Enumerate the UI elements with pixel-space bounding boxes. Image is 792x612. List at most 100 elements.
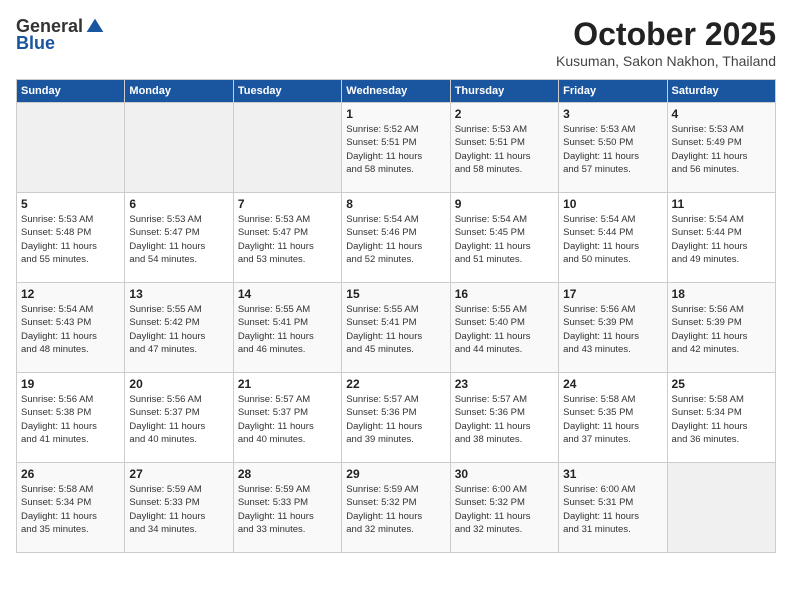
day-info: Sunrise: 5:52 AM Sunset: 5:51 PM Dayligh… (346, 123, 445, 176)
calendar-week-5: 26 Sunrise: 5:58 AM Sunset: 5:34 PM Dayli… (17, 463, 776, 553)
calendar-cell: 12 Sunrise: 5:54 AM Sunset: 5:43 PM Dayli… (17, 283, 125, 373)
logo: General Blue (16, 16, 105, 54)
day-number: 28 (238, 467, 337, 481)
calendar-cell: 5 Sunrise: 5:53 AM Sunset: 5:48 PM Daylig… (17, 193, 125, 283)
day-number: 13 (129, 287, 228, 301)
calendar-cell: 7 Sunrise: 5:53 AM Sunset: 5:47 PM Daylig… (233, 193, 341, 283)
day-number: 15 (346, 287, 445, 301)
day-number: 30 (455, 467, 554, 481)
day-number: 4 (672, 107, 771, 121)
header-thursday: Thursday (450, 80, 558, 103)
day-info: Sunrise: 5:56 AM Sunset: 5:38 PM Dayligh… (21, 393, 120, 446)
day-info: Sunrise: 5:56 AM Sunset: 5:37 PM Dayligh… (129, 393, 228, 446)
calendar-cell: 31Sunrise: 6:00 AM Sunset: 5:31 PM Dayli… (559, 463, 667, 553)
calendar-cell: 3 Sunrise: 5:53 AM Sunset: 5:50 PM Daylig… (559, 103, 667, 193)
day-number: 24 (563, 377, 662, 391)
day-info: Sunrise: 5:53 AM Sunset: 5:47 PM Dayligh… (129, 213, 228, 266)
day-number: 9 (455, 197, 554, 211)
calendar-cell: 28 Sunrise: 5:59 AM Sunset: 5:33 PM Dayli… (233, 463, 341, 553)
day-info: Sunrise: 5:54 AM Sunset: 5:46 PM Dayligh… (346, 213, 445, 266)
day-info: Sunrise: 5:54 AM Sunset: 5:43 PM Dayligh… (21, 303, 120, 356)
day-info: Sunrise: 5:59 AM Sunset: 5:33 PM Dayligh… (238, 483, 337, 536)
calendar-cell: 14Sunrise: 5:55 AM Sunset: 5:41 PM Dayli… (233, 283, 341, 373)
calendar-cell: 25 Sunrise: 5:58 AM Sunset: 5:34 PM Dayli… (667, 373, 775, 463)
calendar-cell: 6 Sunrise: 5:53 AM Sunset: 5:47 PM Daylig… (125, 193, 233, 283)
title-block: October 2025 Kusuman, Sakon Nakhon, Thai… (556, 16, 776, 69)
day-number: 3 (563, 107, 662, 121)
day-number: 7 (238, 197, 337, 211)
location-subtitle: Kusuman, Sakon Nakhon, Thailand (556, 53, 776, 69)
header-saturday: Saturday (667, 80, 775, 103)
logo-icon (85, 17, 105, 37)
calendar-cell: 15 Sunrise: 5:55 AM Sunset: 5:41 PM Dayli… (342, 283, 450, 373)
day-info: Sunrise: 5:53 AM Sunset: 5:49 PM Dayligh… (672, 123, 771, 176)
day-info: Sunrise: 5:54 AM Sunset: 5:44 PM Dayligh… (672, 213, 771, 266)
calendar-cell (17, 103, 125, 193)
day-info: Sunrise: 5:58 AM Sunset: 5:34 PM Dayligh… (21, 483, 120, 536)
calendar-cell (125, 103, 233, 193)
month-title: October 2025 (556, 16, 776, 53)
day-number: 8 (346, 197, 445, 211)
calendar-cell: 10 Sunrise: 5:54 AM Sunset: 5:44 PM Dayli… (559, 193, 667, 283)
day-number: 31 (563, 467, 662, 481)
day-info: Sunrise: 5:57 AM Sunset: 5:36 PM Dayligh… (455, 393, 554, 446)
calendar-cell: 26 Sunrise: 5:58 AM Sunset: 5:34 PM Dayli… (17, 463, 125, 553)
day-info: Sunrise: 6:00 AM Sunset: 5:32 PM Dayligh… (455, 483, 554, 536)
day-number: 26 (21, 467, 120, 481)
calendar-cell (667, 463, 775, 553)
day-info: Sunrise: 5:53 AM Sunset: 5:50 PM Dayligh… (563, 123, 662, 176)
calendar-cell: 20Sunrise: 5:56 AM Sunset: 5:37 PM Dayli… (125, 373, 233, 463)
calendar-cell: 16 Sunrise: 5:55 AM Sunset: 5:40 PM Dayli… (450, 283, 558, 373)
day-info: Sunrise: 5:58 AM Sunset: 5:35 PM Dayligh… (563, 393, 662, 446)
day-info: Sunrise: 5:58 AM Sunset: 5:34 PM Dayligh… (672, 393, 771, 446)
header-wednesday: Wednesday (342, 80, 450, 103)
day-info: Sunrise: 5:59 AM Sunset: 5:32 PM Dayligh… (346, 483, 445, 536)
calendar-cell: 22Sunrise: 5:57 AM Sunset: 5:36 PM Dayli… (342, 373, 450, 463)
day-number: 23 (455, 377, 554, 391)
calendar-cell: 23 Sunrise: 5:57 AM Sunset: 5:36 PM Dayli… (450, 373, 558, 463)
day-info: Sunrise: 5:54 AM Sunset: 5:44 PM Dayligh… (563, 213, 662, 266)
day-info: Sunrise: 5:56 AM Sunset: 5:39 PM Dayligh… (563, 303, 662, 356)
day-info: Sunrise: 5:59 AM Sunset: 5:33 PM Dayligh… (129, 483, 228, 536)
calendar-cell: 1 Sunrise: 5:52 AM Sunset: 5:51 PM Daylig… (342, 103, 450, 193)
calendar-cell: 9Sunrise: 5:54 AM Sunset: 5:45 PM Daylig… (450, 193, 558, 283)
day-info: Sunrise: 5:55 AM Sunset: 5:41 PM Dayligh… (238, 303, 337, 356)
calendar-cell: 29 Sunrise: 5:59 AM Sunset: 5:32 PM Dayli… (342, 463, 450, 553)
day-number: 11 (672, 197, 771, 211)
day-info: Sunrise: 5:57 AM Sunset: 5:37 PM Dayligh… (238, 393, 337, 446)
day-number: 25 (672, 377, 771, 391)
day-number: 27 (129, 467, 228, 481)
calendar-cell: 30 Sunrise: 6:00 AM Sunset: 5:32 PM Dayli… (450, 463, 558, 553)
calendar-cell: 24 Sunrise: 5:58 AM Sunset: 5:35 PM Dayli… (559, 373, 667, 463)
day-number: 2 (455, 107, 554, 121)
day-info: Sunrise: 5:55 AM Sunset: 5:40 PM Dayligh… (455, 303, 554, 356)
day-info: Sunrise: 5:55 AM Sunset: 5:42 PM Dayligh… (129, 303, 228, 356)
header-tuesday: Tuesday (233, 80, 341, 103)
day-info: Sunrise: 5:53 AM Sunset: 5:48 PM Dayligh… (21, 213, 120, 266)
day-number: 5 (21, 197, 120, 211)
calendar-cell: 2 Sunrise: 5:53 AM Sunset: 5:51 PM Daylig… (450, 103, 558, 193)
calendar-week-1: 1 Sunrise: 5:52 AM Sunset: 5:51 PM Daylig… (17, 103, 776, 193)
calendar-cell (233, 103, 341, 193)
calendar-week-3: 12 Sunrise: 5:54 AM Sunset: 5:43 PM Dayli… (17, 283, 776, 373)
day-number: 6 (129, 197, 228, 211)
calendar-cell: 18Sunrise: 5:56 AM Sunset: 5:39 PM Dayli… (667, 283, 775, 373)
calendar-cell: 17 Sunrise: 5:56 AM Sunset: 5:39 PM Dayli… (559, 283, 667, 373)
day-number: 17 (563, 287, 662, 301)
calendar-header-row: SundayMondayTuesdayWednesdayThursdayFrid… (17, 80, 776, 103)
day-info: Sunrise: 5:53 AM Sunset: 5:51 PM Dayligh… (455, 123, 554, 176)
day-number: 1 (346, 107, 445, 121)
day-number: 29 (346, 467, 445, 481)
calendar-cell: 11 Sunrise: 5:54 AM Sunset: 5:44 PM Dayli… (667, 193, 775, 283)
page-header: General Blue October 2025 Kusuman, Sakon… (16, 16, 776, 69)
calendar-cell: 4 Sunrise: 5:53 AM Sunset: 5:49 PM Daylig… (667, 103, 775, 193)
day-number: 18 (672, 287, 771, 301)
day-info: Sunrise: 5:53 AM Sunset: 5:47 PM Dayligh… (238, 213, 337, 266)
calendar-cell: 19Sunrise: 5:56 AM Sunset: 5:38 PM Dayli… (17, 373, 125, 463)
day-number: 12 (21, 287, 120, 301)
calendar-week-4: 19Sunrise: 5:56 AM Sunset: 5:38 PM Dayli… (17, 373, 776, 463)
day-number: 16 (455, 287, 554, 301)
day-number: 10 (563, 197, 662, 211)
logo-blue: Blue (16, 33, 55, 54)
day-info: Sunrise: 5:55 AM Sunset: 5:41 PM Dayligh… (346, 303, 445, 356)
